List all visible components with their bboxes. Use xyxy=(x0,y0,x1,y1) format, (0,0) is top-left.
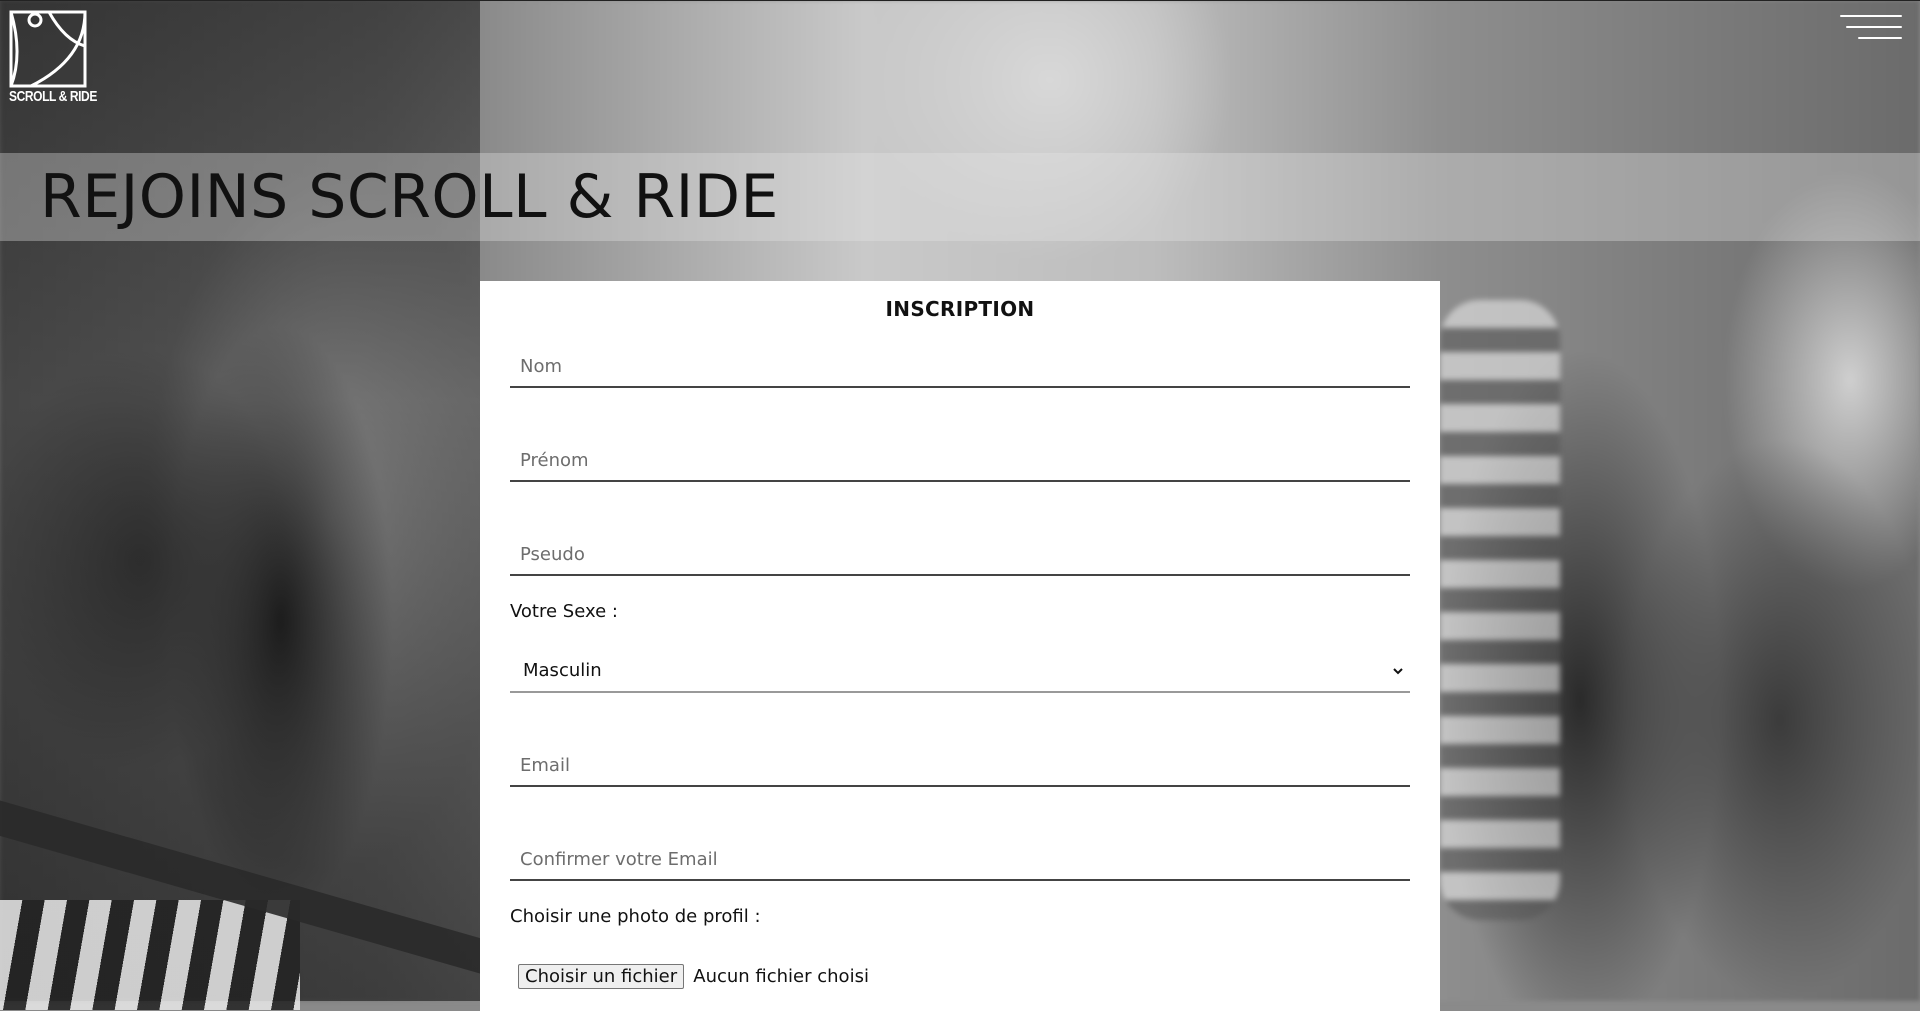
background-chain xyxy=(1440,300,1560,920)
email-input[interactable] xyxy=(510,745,1410,787)
pseudo-input[interactable] xyxy=(510,534,1410,576)
top-border xyxy=(0,0,1920,1)
scroll-and-ride-logo[interactable]: SCROLL & RIDE xyxy=(9,10,97,108)
photo-label: Choisir une photo de profil : xyxy=(510,906,761,927)
nom-input[interactable] xyxy=(510,346,1410,388)
sexe-select[interactable]: Masculin xyxy=(510,651,1410,693)
sexe-label: Votre Sexe : xyxy=(510,601,618,622)
chevron-down-icon xyxy=(1393,668,1403,675)
logo-mark-icon xyxy=(9,10,87,88)
sexe-select-value: Masculin xyxy=(523,660,602,681)
choose-file-button[interactable]: Choisir un fichier xyxy=(518,964,685,989)
page-title: REJOINS SCROLL & RIDE xyxy=(40,162,779,232)
registration-form: INSCRIPTION Votre Sexe : Masculin Choisi… xyxy=(480,281,1440,1011)
file-status: Aucun fichier choisi xyxy=(693,966,869,987)
file-picker: Choisir un fichier Aucun fichier choisi xyxy=(518,964,869,992)
background-stripes xyxy=(0,900,300,1010)
confirm-email-input[interactable] xyxy=(510,839,1410,881)
logo-text: SCROLL & RIDE xyxy=(9,88,97,105)
hamburger-menu-icon[interactable] xyxy=(1838,14,1902,40)
form-title: INSCRIPTION xyxy=(885,297,1035,321)
prenom-input[interactable] xyxy=(510,440,1410,482)
